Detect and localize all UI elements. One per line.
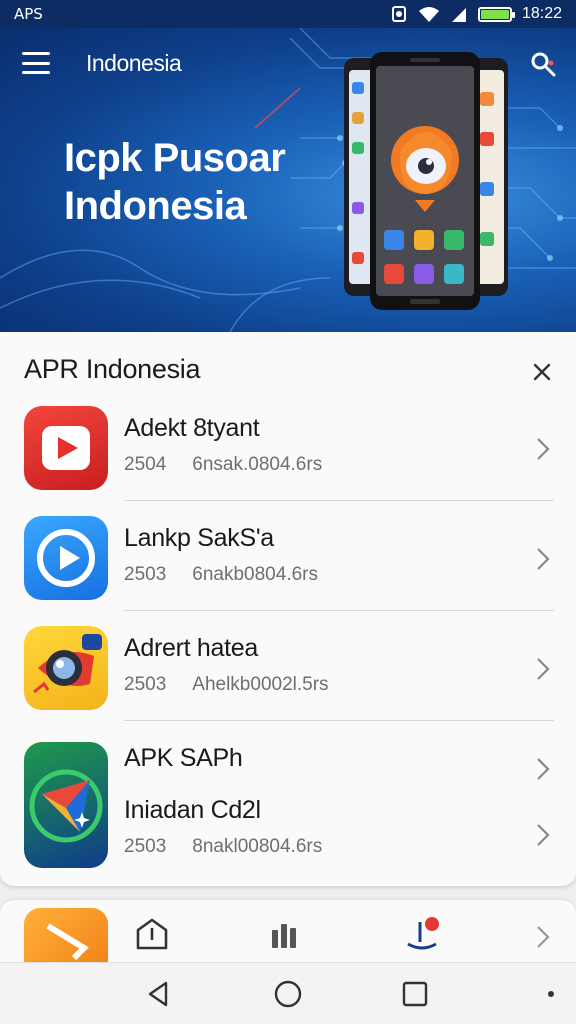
chevron-right-icon [537, 824, 550, 846]
media-play-icon [24, 516, 108, 600]
list-item[interactable]: Adekt 8tyant 2504 6nsak.0804.6rs [0, 404, 576, 514]
app-detail: 6nakb0804.6rs [192, 564, 318, 585]
list-item[interactable]: APK SAPh Iniadan Cd2l 2503 8nakl00804.6r… [0, 734, 576, 874]
app-version: 2503 [124, 674, 167, 695]
app-list-card: APR Indonesia Adekt 8tyant 2504 6nsak.08… [0, 332, 576, 886]
chevron-right-icon [537, 548, 550, 570]
search-user-icon[interactable] [528, 50, 558, 80]
phones-illustration [344, 52, 508, 310]
app-meta: 2504 6nsak.0804.6rs [124, 454, 322, 476]
battery-icon [477, 6, 515, 22]
chevron-right-icon [537, 438, 550, 460]
divider [124, 500, 554, 501]
close-icon[interactable] [528, 358, 556, 386]
battery-fill [480, 9, 509, 19]
app-meta: 2503 8nakl00804.6rs [124, 836, 322, 858]
chevron-right-icon [537, 758, 550, 780]
signal-icon [451, 8, 466, 22]
hero-headline-line1: Icpk Pusoar [64, 136, 286, 180]
home-circle-icon[interactable] [272, 978, 304, 1010]
camera-lens-icon [24, 626, 108, 710]
google-play-style-icon [24, 742, 108, 868]
app-name: APK SAPh [124, 744, 243, 772]
app-name: Lankp SakS'a [124, 524, 274, 552]
hero-top-title: Indonesia [86, 50, 182, 76]
chevron-right-icon [537, 658, 550, 680]
app-version: 2503 [124, 564, 167, 585]
recents-square-icon[interactable] [399, 978, 431, 1010]
app-version: 2504 [124, 454, 167, 475]
divider [124, 610, 554, 611]
divider [124, 720, 554, 721]
nav-dot [548, 991, 554, 997]
app-subtitle: Iniadan Cd2l [124, 796, 261, 824]
bottom-tab-card [0, 900, 576, 966]
apps-bars-icon[interactable] [266, 914, 306, 954]
app-meta: 2503 6nakb0804.6rs [124, 564, 318, 586]
app-detail: 8nakl00804.6rs [192, 836, 323, 857]
hero-headline: Icpk Pusoar Indonesia [64, 134, 286, 230]
video-play-icon [24, 406, 108, 490]
status-bar: APS 18:22 [0, 0, 576, 28]
menu-icon[interactable] [22, 52, 50, 74]
status-icons: 18:22 [390, 5, 562, 23]
back-icon[interactable] [142, 978, 174, 1010]
system-nav-bar [0, 962, 576, 1024]
app-screen: APS 18:22 Indonesia Icpk Pusoar Indonesi… [0, 0, 576, 1024]
app-name: Adrert hatea [124, 634, 258, 662]
app-version: 2503 [124, 836, 167, 857]
hero-banner: Indonesia Icpk Pusoar Indonesia [0, 28, 576, 332]
list-item[interactable]: Adrert hatea 2503 Ahelkb0002l.5rs [0, 624, 576, 734]
wifi-icon [418, 7, 439, 22]
app-thumbnail[interactable] [24, 908, 108, 966]
app-meta: 2503 Ahelkb0002l.5rs [124, 674, 329, 696]
list-title: APR Indonesia [24, 354, 201, 384]
updates-badge-icon[interactable] [402, 914, 442, 954]
vibrate-icon [391, 6, 406, 22]
status-carrier-label: APS [14, 5, 43, 23]
app-detail: Ahelkb0002l.5rs [192, 674, 329, 695]
list-item[interactable]: Lankp SakS'a 2503 6nakb0804.6rs [0, 514, 576, 624]
chevron-right-icon [537, 926, 550, 948]
status-time: 18:22 [521, 5, 562, 22]
home-tent-icon[interactable] [132, 914, 172, 954]
app-detail: 6nsak.0804.6rs [192, 454, 323, 475]
app-name: Adekt 8tyant [124, 414, 260, 442]
hero-headline-line2: Indonesia [64, 184, 247, 228]
